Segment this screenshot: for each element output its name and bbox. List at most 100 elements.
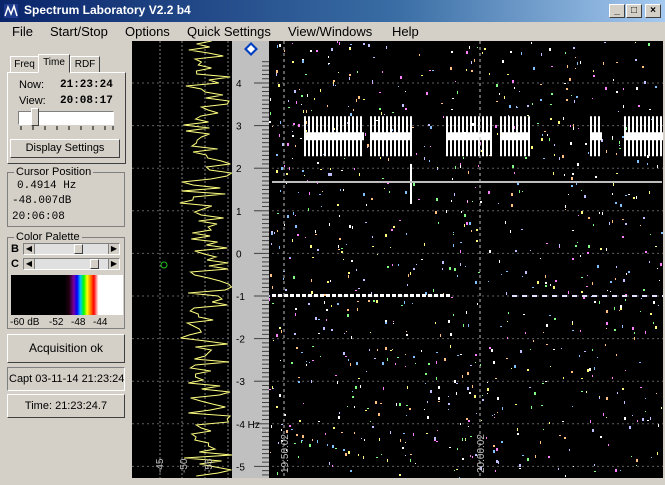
noise-pixel xyxy=(590,420,591,423)
contrast-thumb[interactable] xyxy=(90,259,100,269)
carrier-line xyxy=(350,294,354,297)
noise-pixel xyxy=(488,281,489,282)
noise-pixel xyxy=(522,276,523,277)
close-button[interactable]: × xyxy=(645,4,661,18)
noise-pixel xyxy=(413,268,415,270)
acquisition-status-button[interactable]: Acquisition ok xyxy=(7,334,125,363)
noise-pixel xyxy=(331,329,333,331)
noise-pixel xyxy=(451,51,453,53)
noise-pixel xyxy=(593,75,595,77)
noise-pixel xyxy=(426,92,428,95)
noise-pixel xyxy=(599,396,600,397)
noise-pixel xyxy=(347,314,349,317)
tab-time[interactable]: Time xyxy=(38,54,70,73)
time-slider-thumb[interactable] xyxy=(31,108,40,126)
signal-burst xyxy=(410,163,412,204)
noise-pixel xyxy=(269,389,271,390)
frequency-marker-icon[interactable] xyxy=(244,42,258,56)
noise-pixel xyxy=(640,225,641,226)
noise-pixel xyxy=(279,44,281,47)
now-label: Now: xyxy=(19,79,45,91)
noise-pixel xyxy=(643,289,645,291)
noise-pixel xyxy=(613,183,614,186)
noise-pixel xyxy=(550,118,552,120)
noise-pixel xyxy=(327,281,329,283)
noise-pixel xyxy=(426,433,428,434)
noise-pixel xyxy=(514,365,516,368)
noise-pixel xyxy=(317,162,319,164)
carrier-line xyxy=(622,295,627,297)
color-palette-gradient[interactable] xyxy=(11,275,123,315)
contrast-left-arrow-icon[interactable]: ◀ xyxy=(24,259,35,269)
minimize-button[interactable]: _ xyxy=(609,4,625,18)
noise-pixel xyxy=(501,441,503,443)
noise-pixel xyxy=(308,303,310,305)
noise-pixel xyxy=(349,74,351,76)
noise-pixel xyxy=(622,236,624,238)
noise-pixel xyxy=(284,50,285,52)
noise-pixel xyxy=(506,271,508,272)
tab-freq[interactable]: Freq xyxy=(10,56,39,73)
brightness-thumb[interactable] xyxy=(73,244,83,254)
noise-pixel xyxy=(305,74,307,75)
noise-pixel xyxy=(398,264,399,266)
noise-pixel xyxy=(650,234,651,235)
noise-pixel xyxy=(292,158,293,159)
contrast-scrollbar[interactable]: ◀ ▶ xyxy=(23,258,120,270)
brightness-scrollbar[interactable]: ◀ ▶ xyxy=(23,243,120,255)
noise-pixel xyxy=(302,435,304,438)
noise-pixel xyxy=(457,448,458,450)
noise-pixel xyxy=(558,121,560,124)
noise-pixel xyxy=(384,188,385,189)
menu-start-stop[interactable]: Start/Stop xyxy=(50,24,108,39)
noise-pixel xyxy=(370,332,371,333)
frequency-label: -2 xyxy=(236,335,245,346)
noise-pixel xyxy=(497,397,499,400)
noise-pixel xyxy=(425,383,426,384)
menu-quick-settings[interactable]: Quick Settings xyxy=(187,24,271,39)
noise-pixel xyxy=(315,230,316,233)
noise-pixel xyxy=(520,350,522,353)
maximize-button[interactable]: □ xyxy=(626,4,642,18)
menu-view-windows[interactable]: View/Windows xyxy=(288,24,372,39)
display-settings-button[interactable]: Display Settings xyxy=(10,139,120,158)
noise-pixel xyxy=(405,191,407,194)
noise-pixel xyxy=(372,80,373,83)
noise-pixel xyxy=(612,193,613,195)
spectrum-and-waterfall[interactable]: -45 -50 -55 19:50:02 20:00:02 xyxy=(132,41,663,478)
brightness-right-arrow-icon[interactable]: ▶ xyxy=(108,244,119,254)
noise-pixel xyxy=(495,470,496,472)
noise-pixel xyxy=(451,200,452,202)
noise-pixel xyxy=(594,471,596,472)
brightness-left-arrow-icon[interactable]: ◀ xyxy=(24,244,35,254)
menu-options[interactable]: Options xyxy=(125,24,170,39)
menu-help[interactable]: Help xyxy=(392,24,419,39)
carrier-line xyxy=(380,294,384,297)
noise-pixel xyxy=(493,450,495,453)
carrier-line xyxy=(398,294,402,297)
noise-pixel xyxy=(334,128,335,130)
carrier-line xyxy=(368,294,372,297)
noise-pixel xyxy=(566,88,568,90)
noise-pixel xyxy=(606,322,608,325)
noise-pixel xyxy=(448,396,449,397)
noise-pixel xyxy=(455,166,456,169)
noise-pixel xyxy=(482,395,483,396)
tab-rdf[interactable]: RDF xyxy=(70,56,100,73)
frequency-scale[interactable]: 4 3 2 1 0 -1 -2 -3 -4 Hz -5 xyxy=(232,41,269,478)
contrast-right-arrow-icon[interactable]: ▶ xyxy=(108,259,119,269)
frequency-label: 0 xyxy=(236,249,242,260)
noise-pixel xyxy=(549,315,551,316)
noise-pixel xyxy=(312,360,314,361)
carrier-line xyxy=(272,180,662,183)
noise-pixel xyxy=(403,433,405,434)
noise-pixel xyxy=(357,301,359,302)
noise-pixel xyxy=(606,248,607,251)
noise-pixel xyxy=(529,387,531,388)
menu-file[interactable]: File xyxy=(12,24,33,39)
noise-pixel xyxy=(478,165,479,167)
time-status-button[interactable]: Time: 21:23:24.7 xyxy=(7,394,125,418)
noise-pixel xyxy=(372,236,373,238)
carrier-line xyxy=(386,294,390,297)
noise-pixel xyxy=(587,275,588,276)
